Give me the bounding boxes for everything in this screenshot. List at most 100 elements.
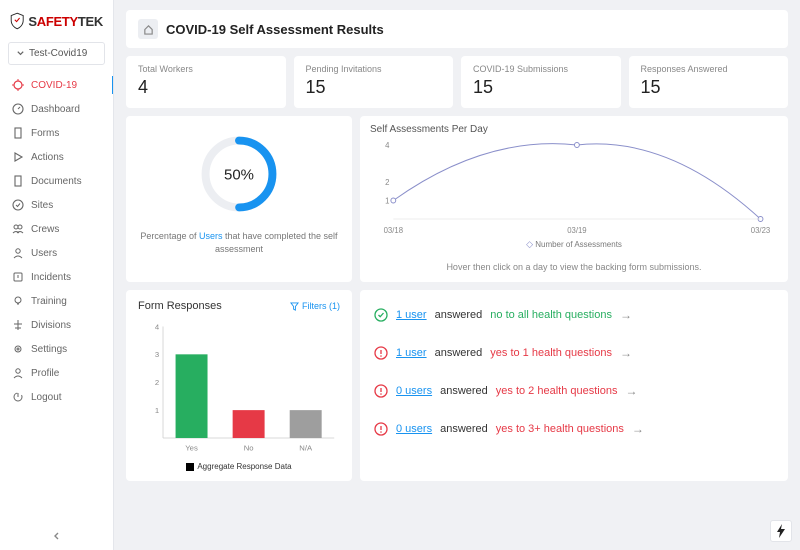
response-tail: yes to 1 health questions	[490, 347, 612, 359]
filter-icon	[290, 302, 299, 311]
sidebar-item-actions[interactable]: Actions	[0, 145, 113, 169]
gauge-caption: Percentage of Users that have completed …	[136, 230, 342, 255]
sidebar-item-training[interactable]: Training	[0, 289, 113, 313]
response-row[interactable]: 0 users answered yes to 3+ health questi…	[374, 422, 774, 436]
response-mid: answered	[435, 347, 483, 359]
sidebar-item-label: Dashboard	[31, 104, 80, 115]
sidebar-item-label: Logout	[31, 392, 62, 403]
response-tail: yes to 3+ health questions	[496, 423, 624, 435]
sidebar-item-label: Documents	[31, 176, 82, 187]
sidebar: SAFETYTEK Test-Covid19 COVID-19 Dashboard…	[0, 0, 114, 550]
svg-text:Yes: Yes	[185, 444, 198, 453]
brand-text: SAFETYTEK	[28, 14, 103, 29]
response-user-link[interactable]: 1 user	[396, 309, 427, 321]
sidebar-item-divisions[interactable]: Divisions	[0, 313, 113, 337]
main-content: COVID-19 Self Assessment Results Total W…	[114, 0, 800, 550]
sidebar-item-label: Divisions	[31, 320, 71, 331]
response-row[interactable]: 1 user answered yes to 1 health question…	[374, 346, 774, 360]
svg-text:2: 2	[385, 178, 389, 187]
response-row[interactable]: 1 user answered no to all health questio…	[374, 308, 774, 322]
svg-text:No: No	[244, 444, 254, 453]
user-icon	[12, 247, 24, 259]
response-mid: answered	[440, 385, 488, 397]
sidebar-item-label: Actions	[31, 152, 64, 163]
stat-card: COVID-19 Submissions 15	[461, 56, 621, 108]
sidebar-item-crews[interactable]: Crews	[0, 217, 113, 241]
sidebar-item-incidents[interactable]: Incidents	[0, 265, 113, 289]
play-icon	[12, 151, 24, 163]
stat-card: Responses Answered15	[629, 56, 789, 108]
quick-action-button[interactable]	[770, 520, 792, 542]
bolt-icon	[776, 524, 786, 538]
stat-value: 15	[306, 77, 442, 98]
svg-text:N/A: N/A	[299, 444, 313, 453]
response-mid: answered	[440, 423, 488, 435]
users-icon	[12, 223, 24, 235]
shield-icon	[10, 10, 24, 32]
project-selector[interactable]: Test-Covid19	[8, 42, 105, 65]
form-responses-bar-chart: 1234YesNoN/A	[138, 318, 340, 458]
stat-value: 15	[473, 77, 609, 98]
stat-card: Total Workers 4	[126, 56, 286, 108]
stat-label: Total Workers	[138, 64, 274, 74]
response-tail: no to all health questions	[490, 309, 612, 321]
svg-text:03/18: 03/18	[384, 226, 404, 235]
sidebar-item-dashboard[interactable]: Dashboard	[0, 97, 113, 121]
sidebar-item-covid-19[interactable]: COVID-19	[0, 73, 113, 97]
svg-text:3: 3	[155, 350, 159, 359]
chevron-left-icon	[52, 531, 62, 541]
stat-label: COVID-19 Submissions	[473, 64, 609, 74]
stat-card: Pending Invitations15	[294, 56, 454, 108]
stat-value: 15	[641, 77, 777, 98]
assessments-line-chart[interactable]: 12403/1803/1903/23	[370, 137, 778, 237]
response-row[interactable]: 0 users answered yes to 2 health questio…	[374, 384, 774, 398]
completion-gauge: 50%	[195, 130, 283, 218]
sidebar-item-logout[interactable]: Logout	[0, 385, 113, 409]
sidebar-item-forms[interactable]: Forms	[0, 121, 113, 145]
response-user-link[interactable]: 1 user	[396, 347, 427, 359]
brand-logo: SAFETYTEK	[0, 0, 113, 38]
responses-card: 1 user answered no to all health questio…	[360, 290, 788, 481]
page-title: COVID-19 Self Assessment Results	[166, 22, 384, 37]
arrow-right-icon: →	[632, 422, 644, 436]
sidebar-item-label: Training	[31, 296, 67, 307]
sidebar-collapse[interactable]	[0, 525, 113, 550]
sidebar-item-documents[interactable]: Documents	[0, 169, 113, 193]
bar	[290, 410, 322, 438]
response-tail: yes to 2 health questions	[496, 385, 618, 397]
gear-icon	[12, 343, 24, 355]
check-icon	[12, 199, 24, 211]
sidebar-item-settings[interactable]: Settings	[0, 337, 113, 361]
sidebar-item-users[interactable]: Users	[0, 241, 113, 265]
alert-circle-icon	[374, 346, 388, 360]
response-user-link[interactable]: 0 users	[396, 385, 432, 397]
sidebar-item-label: Forms	[31, 128, 59, 139]
arrow-right-icon: →	[620, 308, 632, 322]
sidebar-item-label: Profile	[31, 368, 59, 379]
filters-button[interactable]: Filters (1)	[290, 301, 340, 311]
response-user-link[interactable]: 0 users	[396, 423, 432, 435]
response-mid: answered	[435, 309, 483, 321]
home-icon	[138, 19, 158, 39]
sidebar-item-sites[interactable]: Sites	[0, 193, 113, 217]
page-header: COVID-19 Self Assessment Results	[126, 10, 788, 48]
bar	[176, 354, 208, 438]
line-chart-card: Self Assessments Per Day 12403/1803/1903…	[360, 116, 788, 282]
tree-icon	[12, 319, 24, 331]
stat-value: 4	[138, 77, 274, 98]
alert-circle-icon	[374, 422, 388, 436]
line-chart-title: Self Assessments Per Day	[370, 124, 778, 135]
stats-row: Total Workers4Pending Invitations15COVID…	[126, 56, 788, 108]
alert-circle-icon	[374, 384, 388, 398]
project-selector-label: Test-Covid19	[29, 48, 87, 59]
bar-legend: Aggregate Response Data	[138, 462, 340, 471]
alert-icon	[12, 271, 24, 283]
sidebar-item-label: Users	[31, 248, 57, 259]
sidebar-item-profile[interactable]: Profile	[0, 361, 113, 385]
sidebar-item-label: COVID-19	[31, 80, 77, 91]
gauge-users-link[interactable]: Users	[199, 231, 223, 241]
gauge-icon	[12, 103, 24, 115]
svg-text:50%: 50%	[224, 166, 254, 183]
doc-icon	[12, 175, 24, 187]
svg-text:1: 1	[155, 406, 159, 415]
